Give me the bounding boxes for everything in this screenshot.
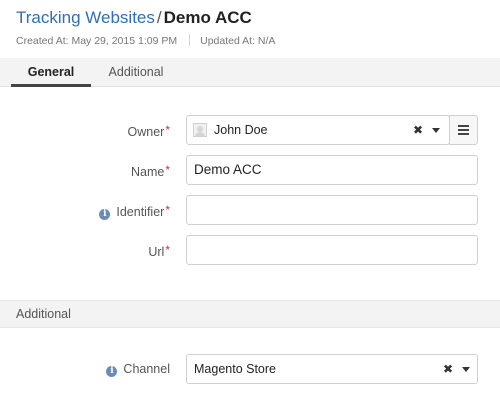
name-label-text: Name: [130, 165, 165, 179]
name-row: Name* Demo ACC: [0, 155, 500, 187]
name-label: Name*: [131, 155, 170, 187]
channel-select[interactable]: Magento Store ✖: [186, 354, 478, 384]
name-input[interactable]: Demo ACC: [186, 155, 478, 185]
owner-entity-select-button[interactable]: [449, 115, 478, 145]
created-at-text: Created At: May 29, 2015 1:09 PM: [16, 35, 178, 47]
identifier-label: i Identifier*: [99, 195, 170, 227]
owner-row: Owner* John Doe ✖: [0, 115, 500, 147]
record-meta: Created At: May 29, 2015 1:09 PM Updated …: [16, 34, 500, 47]
info-icon[interactable]: i: [106, 366, 118, 377]
required-marker: *: [165, 123, 170, 137]
hamburger-icon-bar: [458, 125, 469, 127]
page-title: Demo ACC: [163, 8, 252, 27]
updated-at-text: Updated At: N/A: [200, 35, 276, 47]
url-label: Url*: [148, 235, 170, 267]
required-marker: *: [165, 243, 170, 257]
breadcrumb: Tracking Websites / Demo ACC: [16, 7, 500, 29]
hamburger-icon-bar: [458, 129, 469, 131]
clear-icon[interactable]: ✖: [413, 116, 423, 144]
channel-label-text: Channel: [123, 362, 170, 376]
chevron-down-icon[interactable]: [462, 367, 470, 372]
channel-value: Magento Store: [194, 362, 276, 376]
page-header: Tracking Websites / Demo ACC Created At: M…: [16, 7, 500, 47]
tab-bar: General Additional: [0, 58, 500, 87]
user-avatar-icon: [193, 123, 207, 137]
identifier-input[interactable]: [186, 195, 478, 225]
owner-label: Owner*: [128, 115, 171, 147]
channel-label: i Channel: [106, 354, 170, 386]
tab-general[interactable]: General: [11, 58, 91, 87]
owner-label-text: Owner: [127, 125, 165, 139]
url-row: Url*: [0, 235, 500, 267]
info-icon[interactable]: i: [99, 209, 111, 220]
identifier-row: i Identifier*: [0, 195, 500, 227]
channel-row: i Channel Magento Store ✖: [0, 354, 500, 386]
owner-select[interactable]: John Doe ✖: [186, 115, 450, 145]
owner-value: John Doe: [214, 123, 268, 137]
section-title: Additional: [16, 307, 71, 321]
required-marker: *: [165, 203, 170, 217]
required-marker: *: [165, 163, 170, 177]
identifier-label-text: Identifier: [116, 205, 165, 219]
chevron-down-icon[interactable]: [432, 128, 440, 133]
additional-section-header: Additional: [0, 300, 500, 328]
url-input[interactable]: [186, 235, 478, 265]
clear-icon[interactable]: ✖: [443, 355, 453, 383]
url-label-text: Url: [148, 245, 165, 259]
tab-additional[interactable]: Additional: [94, 58, 178, 86]
meta-divider: [189, 34, 191, 46]
hamburger-icon-bar: [458, 133, 469, 135]
breadcrumb-link-tracking-websites[interactable]: Tracking Websites: [16, 8, 155, 27]
breadcrumb-separator: /: [156, 8, 162, 27]
